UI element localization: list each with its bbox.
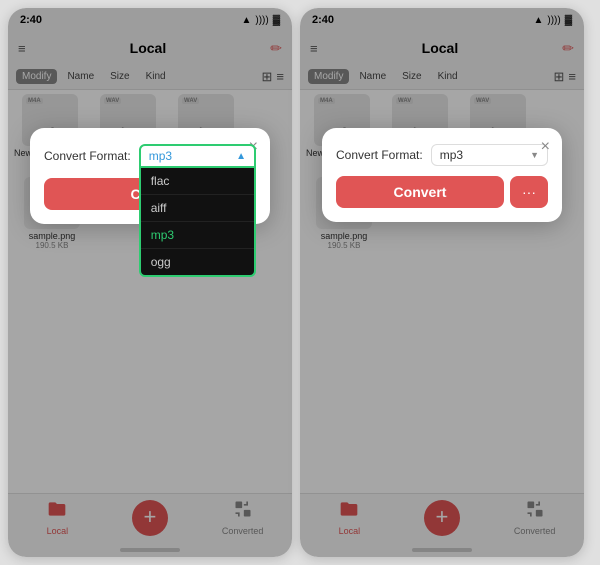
right-convert-label: Convert Format: xyxy=(336,148,423,162)
left-dropdown-item-2[interactable]: mp3 xyxy=(141,222,254,249)
right-more-button[interactable]: ··· xyxy=(510,176,548,208)
right-modal-row: Convert Format: mp3 ▼ xyxy=(336,144,548,166)
right-modal-card: × Convert Format: mp3 ▼ Convert ··· xyxy=(322,128,562,222)
left-dropdown-chevron-icon: ▲ xyxy=(236,151,246,162)
left-dropdown-item-0[interactable]: flac xyxy=(141,168,254,195)
right-phone-panel: 2:40 ▲ )))) ▓ ≡ Local ✏ Modify Name Size… xyxy=(300,8,584,557)
left-phone-panel: 2:40 ▲ )))) ▓ ≡ Local ✏ Modify Name Size… xyxy=(8,8,292,557)
left-dropdown-selected: mp3 xyxy=(149,149,172,163)
left-modal-overlay: × Convert Format: mp3 ▲ flac aiff mp3 og… xyxy=(8,8,292,557)
left-dropdown-trigger[interactable]: mp3 ▲ xyxy=(139,144,256,168)
right-dropdown-chevron-icon: ▼ xyxy=(530,150,539,160)
right-btn-row: Convert ··· xyxy=(336,176,548,208)
left-dropdown-list: flac aiff mp3 ogg xyxy=(139,168,256,277)
left-dropdown-item-3[interactable]: ogg xyxy=(141,249,254,275)
left-modal-card: × Convert Format: mp3 ▲ flac aiff mp3 og… xyxy=(30,128,270,224)
left-modal-row: Convert Format: mp3 ▲ flac aiff mp3 ogg xyxy=(44,144,256,168)
right-dropdown[interactable]: mp3 ▼ xyxy=(431,144,548,166)
right-dropdown-selected: mp3 xyxy=(440,148,463,162)
right-modal-close[interactable]: × xyxy=(541,138,550,156)
right-convert-button[interactable]: Convert xyxy=(336,176,504,208)
right-modal-overlay: × Convert Format: mp3 ▼ Convert ··· xyxy=(300,8,584,557)
left-dropdown-item-1[interactable]: aiff xyxy=(141,195,254,222)
left-dropdown-container: mp3 ▲ flac aiff mp3 ogg xyxy=(139,144,256,168)
left-convert-label: Convert Format: xyxy=(44,149,131,163)
